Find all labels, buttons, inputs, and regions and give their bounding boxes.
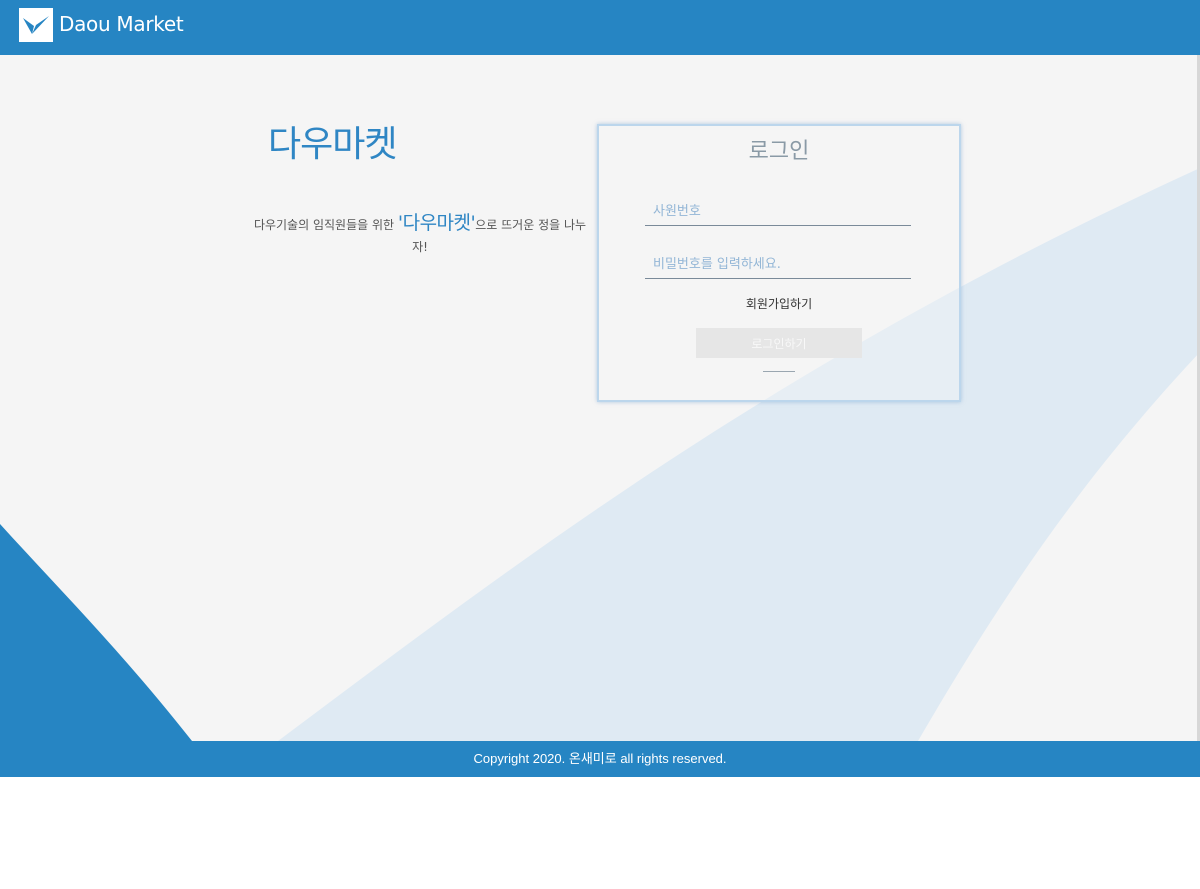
signup-link[interactable]: 회원가입하기	[599, 294, 959, 314]
password-input[interactable]	[645, 251, 911, 279]
footer: Copyright 2020. 온새미로 all rights reserved…	[0, 741, 1200, 777]
login-box-divider	[763, 371, 795, 372]
brand-name[interactable]: Daou Market	[59, 10, 184, 38]
blue-corner-wave	[0, 524, 192, 741]
hero-description-highlight: '다우마켓'	[397, 212, 476, 234]
copyright-text: Copyright 2020. 온새미로 all rights reserved…	[473, 751, 727, 766]
hero-title: 다우마켓	[268, 124, 397, 165]
login-button[interactable]: 로그인하기	[696, 328, 862, 358]
hero-description: 다우기술의 임직원들을 위한 '다우마켓'으로 뜨거운 정을 나누자!	[248, 212, 592, 258]
login-page: Daou Market 다우마켓 다우기술의 임직원들을 위한 '다우마켓'으로…	[0, 0, 1200, 777]
login-box: 로그인 회원가입하기 로그인하기	[597, 124, 961, 402]
employee-id-input[interactable]	[645, 198, 911, 226]
check-wings-logo-icon[interactable]	[19, 8, 53, 42]
hero-description-prefix: 다우기술의 임직원들을 위한	[253, 218, 398, 232]
top-navigation-bar: Daou Market	[0, 0, 1200, 55]
login-title: 로그인	[748, 139, 810, 164]
